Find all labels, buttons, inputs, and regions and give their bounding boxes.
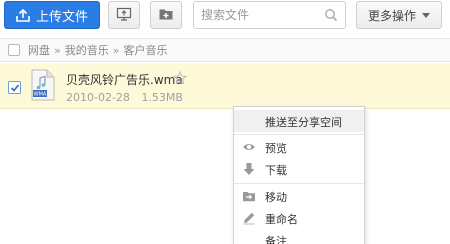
folder-plus-icon <box>158 6 174 25</box>
menu-divider <box>234 183 364 184</box>
pencil-icon <box>242 211 256 225</box>
menu-item-label: 备注 <box>265 235 287 244</box>
file-size: 1.53MB <box>141 91 183 104</box>
file-type-badge: WMA <box>34 92 47 98</box>
new-folder-button[interactable] <box>150 1 182 29</box>
menu-item-label: 移动 <box>265 191 287 204</box>
file-row[interactable]: WMA 贝壳风铃广告乐.wma 2010-02-28 1.53MB <box>0 63 450 109</box>
upload-button-label: 上传文件 <box>36 9 89 25</box>
breadcrumb: 网盘 » 我的音乐 » 客户音乐 <box>0 38 450 62</box>
menu-divider <box>234 134 364 135</box>
file-checkbox[interactable] <box>8 81 21 94</box>
menu-item-push-to-share[interactable]: 推送至分享空间 <box>234 110 364 132</box>
monitor-upload-icon <box>116 6 132 25</box>
menu-item-label: 预览 <box>265 142 287 155</box>
menu-item-rename[interactable]: 重命名 <box>234 207 364 229</box>
more-actions-button[interactable]: 更多操作 <box>356 1 442 29</box>
search-icon[interactable] <box>324 8 338 22</box>
search-box <box>193 1 346 29</box>
star-icon[interactable] <box>172 70 188 88</box>
select-all-checkbox[interactable] <box>8 44 20 56</box>
eye-icon <box>242 140 256 154</box>
move-folder-icon <box>242 189 256 203</box>
breadcrumb-item-my-music[interactable]: 我的音乐 <box>65 42 109 58</box>
menu-item-download[interactable]: 下载 <box>234 158 364 180</box>
menu-item-label: 重命名 <box>265 213 298 226</box>
upload-button[interactable]: 上传文件 <box>4 1 100 29</box>
menu-item-move[interactable]: 移动 <box>234 185 364 207</box>
menu-item-label: 下载 <box>265 164 287 177</box>
toolbar: 上传文件 更多操作 <box>0 0 450 34</box>
search-input[interactable] <box>194 2 312 28</box>
file-date: 2010-02-28 <box>66 91 130 104</box>
menu-item-preview[interactable]: 预览 <box>234 136 364 158</box>
file-meta: 2010-02-28 1.53MB <box>66 91 183 104</box>
chevron-down-icon <box>422 12 430 18</box>
file-name[interactable]: 贝壳风铃广告乐.wma <box>66 71 183 88</box>
context-menu: 推送至分享空间 预览 下载 移动 重命名 备注 <box>233 106 365 244</box>
breadcrumb-item-client-music: 客户音乐 <box>123 44 168 57</box>
upload-to-device-button[interactable] <box>108 1 140 29</box>
breadcrumb-separator: » <box>112 43 120 57</box>
more-actions-label: 更多操作 <box>367 8 416 23</box>
menu-item-label: 推送至分享空间 <box>265 116 342 129</box>
menu-item-note[interactable]: 备注 <box>234 229 364 244</box>
breadcrumb-item-netdisk[interactable]: 网盘 <box>28 42 50 58</box>
upload-icon <box>16 8 30 22</box>
download-arrow-icon <box>242 162 256 176</box>
breadcrumb-separator: » <box>54 43 61 57</box>
audio-file-icon: WMA <box>31 69 55 101</box>
